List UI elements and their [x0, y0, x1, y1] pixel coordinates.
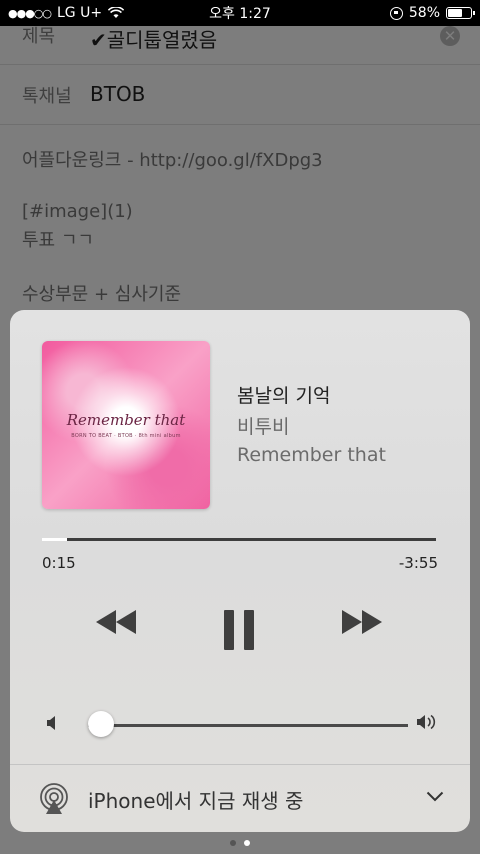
fast-forward-icon [342, 610, 362, 634]
pause-icon [244, 610, 254, 650]
status-left: ●●●○○ LG U+ [8, 5, 125, 21]
airplay-output-label: iPhone에서 지금 재생 중 [88, 789, 304, 813]
status-bar: ●●●○○ LG U+ 오후 1:27 58% [0, 0, 480, 26]
title-field[interactable]: 제목 ✔골디툽열렸음 ✕ [0, 26, 480, 65]
album-art-title: Remember that [66, 411, 186, 429]
airplay-icon [40, 783, 68, 814]
fast-forward-icon [362, 610, 382, 634]
chevron-down-icon[interactable] [426, 791, 444, 802]
channel-value[interactable]: BTOB [90, 82, 145, 106]
fast-forward-button[interactable] [342, 610, 382, 634]
pause-icon [224, 610, 234, 650]
artist-name: 비투비 [237, 416, 290, 438]
album-art-subtitle: BORN TO BEAT · BTOB · 8th mini album [71, 433, 181, 439]
battery-icon [446, 7, 475, 19]
body-line-1: 어플다운링크 - http://goo.gl/fXDpg3 [22, 150, 323, 171]
body-line-2: [#image](1) [22, 201, 133, 222]
airplay-output-row[interactable]: iPhone에서 지금 재생 중 [10, 764, 470, 832]
rewind-icon [116, 610, 136, 634]
body-line-3: 투표 ㄱㄱ [22, 230, 94, 251]
volume-high-icon [417, 714, 436, 730]
channel-label: 톡채널 [22, 86, 72, 107]
volume-slider-thumb[interactable] [87, 711, 114, 737]
volume-slider-track[interactable] [88, 724, 408, 727]
playback-progress-fill[interactable] [42, 538, 67, 541]
signal-strength-icon: ●●●○○ [8, 6, 52, 20]
now-playing-panel: Remember that BORN TO BEAT · BTOB · 8th … [10, 310, 470, 832]
clear-title-icon[interactable]: ✕ [440, 26, 460, 46]
title-value[interactable]: ✔골디툽열렸음 [90, 24, 217, 53]
album-art[interactable]: Remember that BORN TO BEAT · BTOB · 8th … [42, 341, 210, 509]
volume-low-icon [47, 716, 55, 730]
wifi-icon [108, 7, 125, 18]
remaining-time: -3:55 [398, 554, 438, 572]
page-dot-active [244, 840, 250, 846]
page-indicator [0, 840, 480, 846]
elapsed-time: 0:15 [42, 554, 76, 572]
album-name: Remember that [237, 444, 386, 466]
pause-button[interactable] [224, 610, 264, 650]
song-title: 봄날의 기억 [237, 385, 331, 407]
playback-progress-track[interactable] [42, 538, 436, 541]
carrier-name: LG U+ [57, 5, 103, 21]
rotation-lock-icon [389, 6, 403, 20]
rewind-icon [96, 610, 116, 634]
body-line-4: 수상부문 + 심사기준 [22, 284, 182, 305]
status-right: 58% [389, 5, 475, 21]
rewind-button[interactable] [96, 610, 136, 634]
battery-percent: 58% [408, 5, 440, 21]
page-dot [230, 840, 236, 846]
channel-field[interactable]: 톡채널 BTOB [0, 64, 480, 125]
